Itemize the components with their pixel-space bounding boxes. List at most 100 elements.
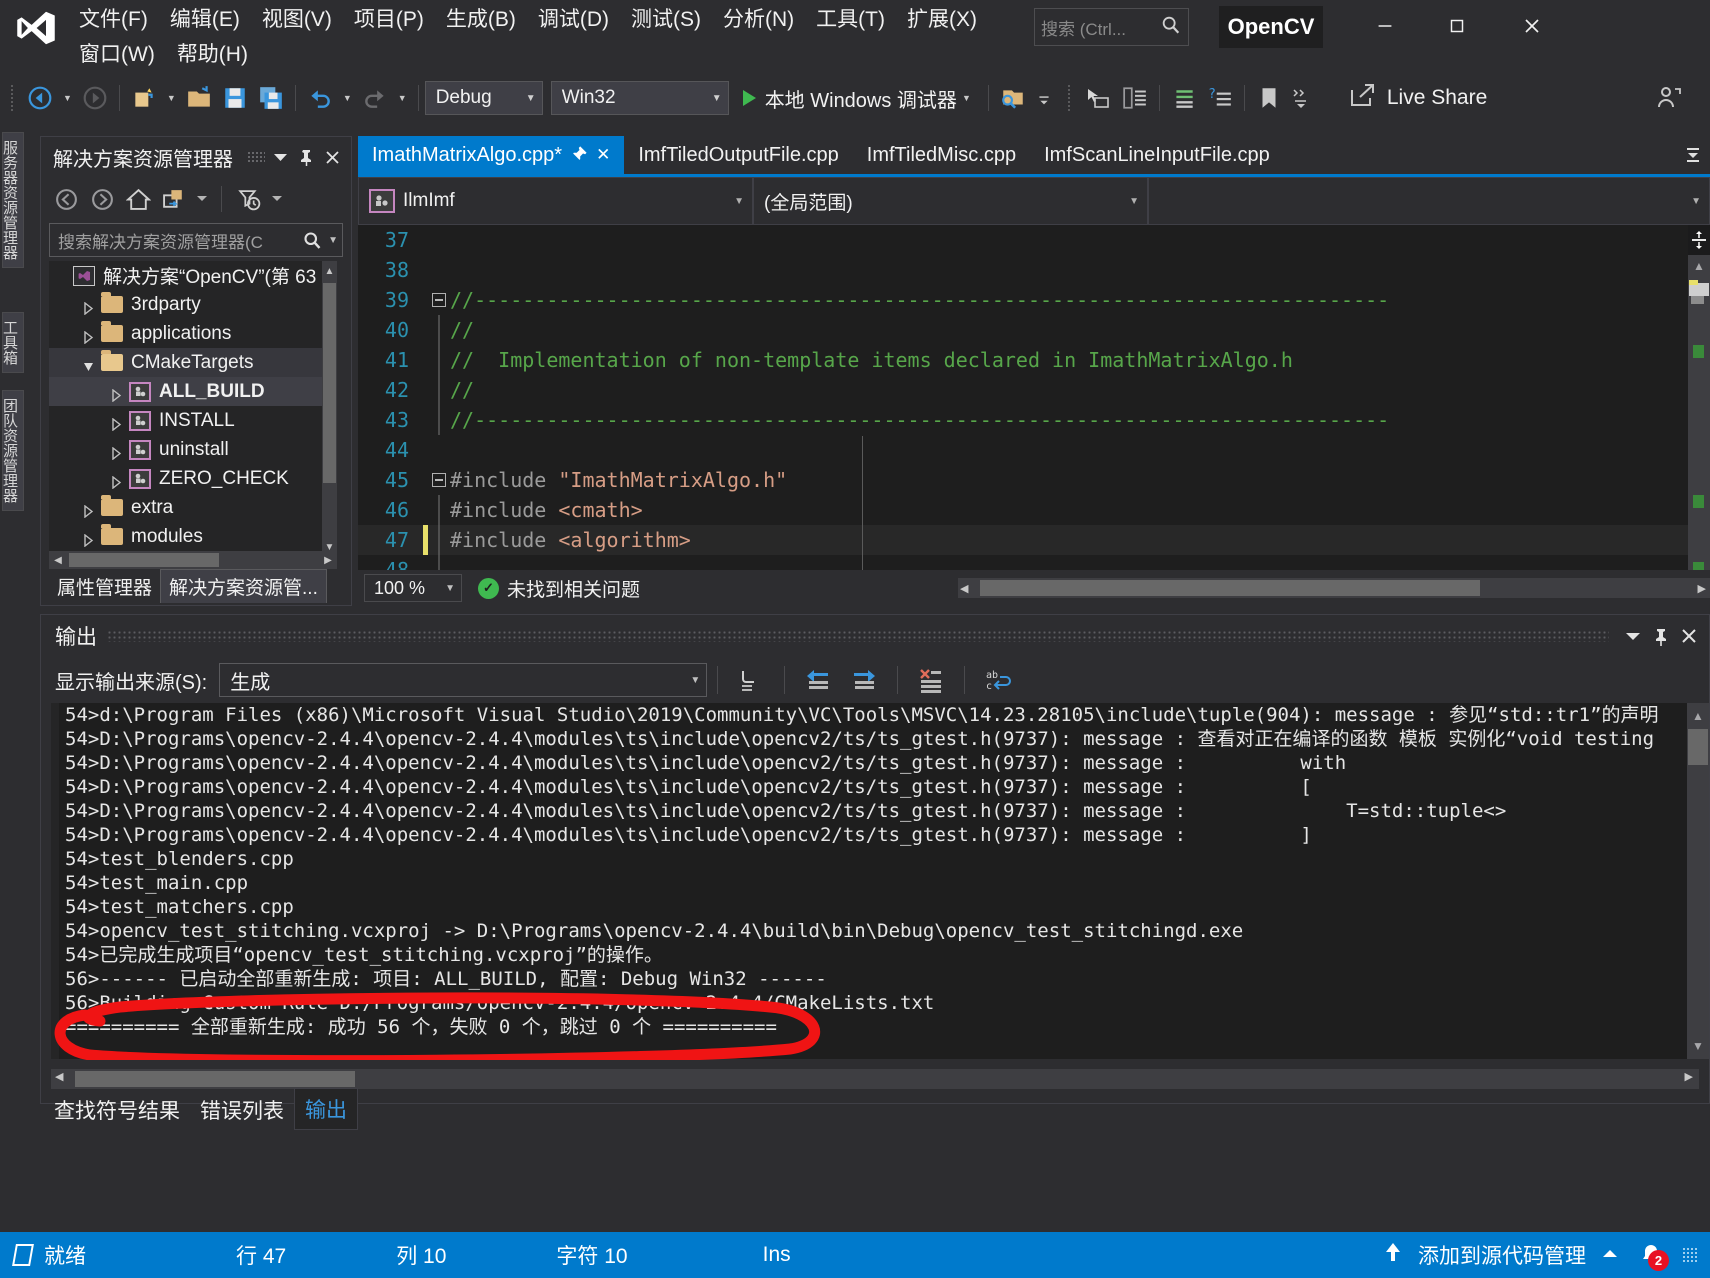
code-line[interactable]: 44: [358, 435, 1710, 465]
toggle-word-wrap-icon[interactable]: ab c: [975, 662, 1021, 698]
output-line[interactable]: 54>D:\Programs\opencv-2.4.4\opencv-2.4.4…: [51, 775, 1699, 799]
sync-dropdown-icon[interactable]: [193, 183, 211, 215]
sync-with-active-document-icon[interactable]: [157, 183, 191, 215]
code-line[interactable]: 37: [358, 225, 1710, 255]
issue-status[interactable]: ✓ 未找到相关问题: [478, 575, 640, 602]
editor-tab-2[interactable]: ImfTiledMisc.cpp: [853, 136, 1030, 174]
tree-item-modules[interactable]: modules: [49, 522, 337, 551]
pin-tab-icon[interactable]: [572, 145, 587, 165]
toolbar-grip[interactable]: [1064, 85, 1075, 111]
code-line[interactable]: 43 //------------------------------------…: [358, 405, 1710, 435]
pending-changes-filter-icon[interactable]: [232, 183, 266, 215]
chevron-right-icon[interactable]: [83, 299, 94, 316]
tree-item-applications[interactable]: applications: [49, 319, 337, 348]
split-view-handle[interactable]: [1688, 225, 1710, 255]
menu-item-extensions[interactable]: 扩展(X): [896, 3, 988, 37]
properties-window-icon[interactable]: ?: [1202, 78, 1238, 118]
forward-icon[interactable]: [85, 183, 119, 215]
output-horizontal-scrollbar[interactable]: ◀ ▶: [51, 1069, 1699, 1089]
tab-find-symbol-results[interactable]: 查找符号结果: [44, 1090, 190, 1130]
redo-icon[interactable]: [357, 78, 393, 118]
clear-all-icon[interactable]: [908, 662, 954, 698]
redo-dropdown-icon[interactable]: ▼: [393, 93, 412, 103]
bookmark-icon[interactable]: [1251, 78, 1287, 118]
tree-item-opencv-63[interactable]: 解决方案“OpenCV”(第 63: [49, 261, 337, 290]
menu-item-project[interactable]: 项目(P): [343, 3, 435, 37]
undo-dropdown-icon[interactable]: ▼: [338, 93, 357, 103]
find-dropdown-icon[interactable]: [1031, 78, 1057, 118]
output-vertical-scrollbar[interactable]: ▲ ▼: [1687, 703, 1709, 1059]
new-project-dropdown-icon[interactable]: ▼: [162, 93, 181, 103]
editor-horizontal-scrollbar[interactable]: ◀ ▶: [958, 578, 1710, 598]
start-debugging-dropdown-icon[interactable]: ▼: [957, 93, 976, 103]
fold-collapse-icon[interactable]: [428, 293, 450, 307]
fold-collapse-icon[interactable]: [428, 473, 450, 487]
open-file-icon[interactable]: [181, 78, 217, 118]
menu-item-file[interactable]: 文件(F): [68, 3, 159, 37]
scroll-left-arrow-icon[interactable]: ◀: [55, 1070, 63, 1083]
toolbar-overflow-icon[interactable]: [1287, 78, 1315, 118]
panel-grip[interactable]: [247, 151, 265, 163]
menu-item-edit[interactable]: 编辑(E): [159, 3, 251, 37]
previous-message-icon[interactable]: [795, 662, 841, 698]
output-source-combo[interactable]: 生成 ▼: [219, 663, 708, 697]
start-debugging-button[interactable]: 本地 Windows 调试器 ▼: [737, 80, 982, 116]
chevron-right-icon[interactable]: [111, 415, 122, 432]
scroll-up-arrow-icon[interactable]: ▲: [1688, 255, 1710, 277]
scroll-up-arrow-icon[interactable]: ▲: [322, 261, 337, 281]
menu-item-analyze[interactable]: 分析(N): [712, 3, 805, 37]
back-icon[interactable]: [49, 183, 83, 215]
filter-dropdown-icon[interactable]: [268, 183, 286, 215]
find-in-files-icon[interactable]: [995, 78, 1031, 118]
next-message-icon[interactable]: [841, 662, 887, 698]
output-scroll-thumb[interactable]: [1688, 729, 1708, 765]
menu-item-test[interactable]: 测试(S): [620, 3, 712, 37]
panel-close-icon[interactable]: [319, 144, 345, 170]
configuration-combo[interactable]: Debug ▼: [424, 81, 543, 115]
scroll-right-arrow-icon[interactable]: ▶: [1685, 1070, 1693, 1083]
panel-close-icon[interactable]: [1675, 622, 1703, 650]
menu-item-view[interactable]: 视图(V): [251, 3, 343, 37]
solution-explorer-icon[interactable]: [1166, 78, 1202, 118]
panel-grip[interactable]: [107, 630, 1609, 642]
navigate-backward-icon[interactable]: [22, 78, 58, 118]
source-control-label[interactable]: 添加到源代码管理: [1418, 1240, 1586, 1270]
tab-solution-explorer[interactable]: 解决方案资源管...: [160, 569, 327, 603]
member-combo[interactable]: ▼: [1148, 177, 1710, 225]
output-line[interactable]: 54>已完成生成项目“opencv_test_stitching.vcxproj…: [51, 943, 1699, 967]
output-line[interactable]: 54>D:\Programs\opencv-2.4.4\opencv-2.4.4…: [51, 727, 1699, 751]
solution-tree[interactable]: 解决方案“OpenCV”(第 63 3rdparty applications CMa…: [49, 261, 337, 557]
chevron-right-icon[interactable]: [111, 473, 122, 490]
output-line[interactable]: 54>d:\Program Files (x86)\Microsoft Visu…: [51, 703, 1699, 727]
output-hscroll-thumb[interactable]: [75, 1071, 355, 1087]
output-line[interactable]: 54>D:\Programs\opencv-2.4.4\opencv-2.4.4…: [51, 823, 1699, 847]
output-line[interactable]: 54>test_blenders.cpp: [51, 847, 1699, 871]
code-line[interactable]: 45 #include "ImathMatrixAlgo.h": [358, 465, 1710, 495]
panel-pin-icon[interactable]: [293, 144, 319, 170]
output-line[interactable]: 54>opencv_test_stitching.vcxproj -> D:\P…: [51, 919, 1699, 943]
new-project-icon[interactable]: [126, 78, 162, 118]
code-line[interactable]: 46 #include <cmath>: [358, 495, 1710, 525]
code-line[interactable]: 40 //: [358, 315, 1710, 345]
zoom-combo[interactable]: 100 % ▼: [364, 574, 462, 602]
chevron-right-icon[interactable]: [83, 502, 94, 519]
editor-tab-1[interactable]: ImfTiledOutputFile.cpp: [624, 136, 852, 174]
output-line[interactable]: 56>------ 已启动全部重新生成: 项目: ALL_BUILD, 配置: …: [51, 967, 1699, 991]
platform-combo[interactable]: Win32 ▼: [550, 81, 729, 115]
compare-files-icon[interactable]: [1117, 78, 1153, 118]
tree-item-extra[interactable]: extra: [49, 493, 337, 522]
output-log[interactable]: 54>d:\Program Files (x86)\Microsoft Visu…: [51, 703, 1699, 1059]
scroll-left-arrow-icon[interactable]: ◀: [960, 582, 968, 595]
save-icon[interactable]: [217, 78, 253, 118]
code-line[interactable]: 39 //------------------------------------…: [358, 285, 1710, 315]
code-line[interactable]: 41 // Implementation of non-template item…: [358, 345, 1710, 375]
editor-tab-overflow-icon[interactable]: [1676, 136, 1710, 174]
output-line[interactable]: ========== 全部重新生成: 成功 56 个，失败 0 个，跳过 0 个…: [51, 1015, 1699, 1039]
editor-hscroll-thumb[interactable]: [980, 580, 1480, 596]
menu-item-window[interactable]: 窗口(W): [68, 38, 166, 72]
tree-hscroll-thumb[interactable]: [69, 553, 219, 567]
navigate-forward-icon[interactable]: [77, 78, 113, 118]
navigate-backward-dropdown-icon[interactable]: ▼: [58, 93, 77, 103]
scroll-right-arrow-icon[interactable]: ▶: [319, 555, 337, 566]
chevron-right-icon[interactable]: [111, 444, 122, 461]
